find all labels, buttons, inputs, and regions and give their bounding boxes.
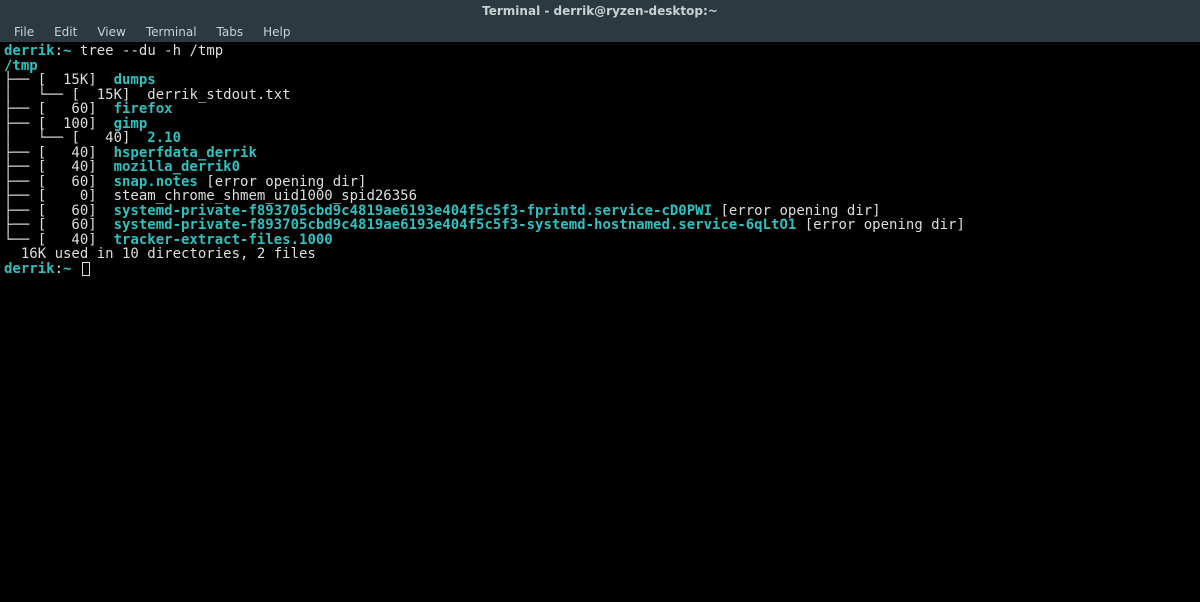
terminal-output[interactable]: derrik:~ tree --du -h /tmp/tmp├── [ 15K]… bbox=[0, 42, 1200, 278]
terminal-line: ├── [ 60] systemd-private-f893705cbd9c48… bbox=[4, 218, 1196, 233]
terminal-line: ├── [ 40] mozilla_derrik0 bbox=[4, 160, 1196, 175]
prompt-user: derrik bbox=[4, 261, 55, 277]
terminal-line: │ └── [ 40] 2.10 bbox=[4, 131, 1196, 146]
terminal-line: derrik:~ bbox=[4, 262, 1196, 277]
terminal-line: ├── [ 0] steam_chrome_shmem_uid1000_spid… bbox=[4, 189, 1196, 204]
menu-terminal[interactable]: Terminal bbox=[136, 23, 207, 41]
prompt-sep: : bbox=[55, 43, 63, 59]
terminal-line: ├── [ 100] gimp bbox=[4, 117, 1196, 132]
terminal-line: └── [ 40] tracker-extract-files.1000 bbox=[4, 233, 1196, 248]
terminal-line: ├── [ 60] firefox bbox=[4, 102, 1196, 117]
menu-file[interactable]: File bbox=[4, 23, 44, 41]
terminal-line: ├── [ 15K] dumps bbox=[4, 73, 1196, 88]
tree-extra: [error opening dir] bbox=[796, 217, 965, 233]
terminal-line: derrik:~ tree --du -h /tmp bbox=[4, 44, 1196, 59]
window-title: Terminal - derrik@ryzen-desktop:~ bbox=[482, 4, 718, 18]
prompt-sep: : bbox=[55, 261, 63, 277]
terminal-line: 16K used in 10 directories, 2 files bbox=[4, 247, 1196, 262]
menu-view[interactable]: View bbox=[87, 23, 135, 41]
terminal-line: ├── [ 60] systemd-private-f893705cbd9c48… bbox=[4, 204, 1196, 219]
menu-help[interactable]: Help bbox=[253, 23, 300, 41]
menu-tabs[interactable]: Tabs bbox=[207, 23, 254, 41]
window-titlebar: Terminal - derrik@ryzen-desktop:~ bbox=[0, 0, 1200, 22]
terminal-line: /tmp bbox=[4, 59, 1196, 74]
command-text: tree --du -h /tmp bbox=[80, 43, 223, 59]
cursor bbox=[82, 262, 90, 276]
terminal-line: ├── [ 60] snap.notes [error opening dir] bbox=[4, 175, 1196, 190]
menubar: File Edit View Terminal Tabs Help bbox=[0, 22, 1200, 42]
terminal-line: ├── [ 40] hsperfdata_derrik bbox=[4, 146, 1196, 161]
terminal-line: │ └── [ 15K] derrik_stdout.txt bbox=[4, 88, 1196, 103]
menu-edit[interactable]: Edit bbox=[44, 23, 87, 41]
